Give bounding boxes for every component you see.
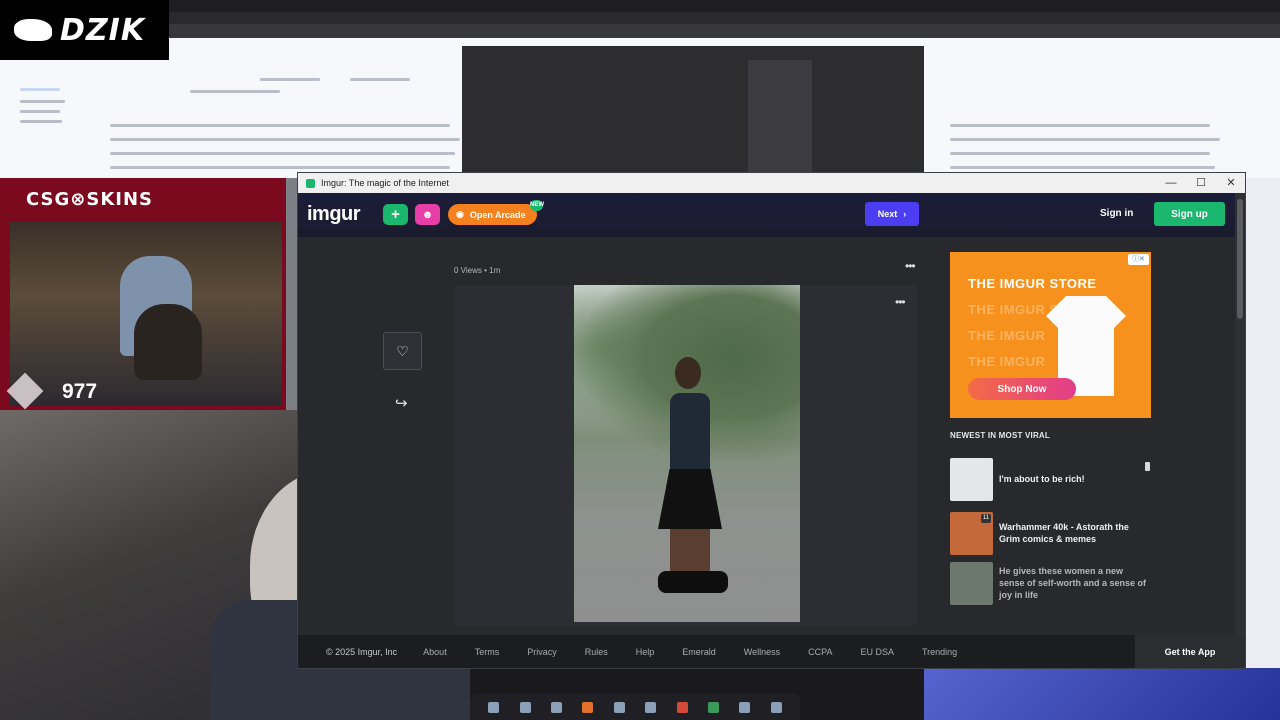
post-options-icon[interactable]: ••• <box>905 259 916 273</box>
image-person-skirt <box>658 469 722 529</box>
viewer-counter: 977 <box>62 380 98 403</box>
viral-item-title: Warhammer 40k - Astorath the Grim comics… <box>999 522 1129 544</box>
imgur-logo[interactable]: imgur <box>307 203 361 226</box>
image-person-top <box>670 393 710 473</box>
footer-link-wellness[interactable]: Wellness <box>744 647 780 657</box>
shop-now-button[interactable]: Shop Now <box>968 378 1076 400</box>
ad-title: THE IMGUR STORE <box>968 276 1097 291</box>
window-titlebar[interactable]: Imgur: The magic of the Internet — ☐ ✕ <box>298 173 1245 193</box>
taskbar-app-icon[interactable] <box>488 701 500 713</box>
ad-ghost-text: THE IMGUR <box>968 328 1046 343</box>
open-arcade-button[interactable]: ◉ Open Arcade <box>448 204 537 225</box>
footer-link-rules[interactable]: Rules <box>585 647 608 657</box>
arcade-new-badge: NEW <box>530 200 544 211</box>
channel-logo-text: DZIK <box>60 12 146 48</box>
viral-list-item[interactable]: I'm about to be rich! <box>950 457 1150 501</box>
streamer <box>134 304 202 380</box>
footer-link-eu-dsa[interactable]: EU DSA <box>860 647 894 657</box>
ad-close-icon[interactable]: ⓘ✕ <box>1128 254 1149 265</box>
face-icon: ☻ <box>421 208 434 221</box>
post-image[interactable] <box>574 285 800 622</box>
heart-icon: ♡ <box>396 342 409 359</box>
minimize-button[interactable]: — <box>1156 173 1186 193</box>
image-count-badge: 11 <box>981 513 991 523</box>
new-post-button[interactable]: + <box>383 204 408 225</box>
chevron-right-icon: › <box>903 209 907 219</box>
next-post-button[interactable]: Next › <box>865 202 919 226</box>
footer-link-about[interactable]: About <box>423 647 447 657</box>
favorite-button[interactable]: ♡ <box>383 332 422 370</box>
viral-list-item[interactable]: He gives these women a new sense of self… <box>950 561 1150 605</box>
taskbar-app-icon[interactable] <box>582 701 594 713</box>
most-viral-heading: NEWEST IN MOST VIRAL <box>950 431 1050 440</box>
footer-link-terms[interactable]: Terms <box>475 647 500 657</box>
viral-item-title: I'm about to be rich! <box>999 474 1085 484</box>
background-image-viewer <box>462 46 924 176</box>
background-desktop-wallpaper <box>924 668 1280 720</box>
viral-list-item[interactable]: 11 Warhammer 40k - Astorath the Grim com… <box>950 511 1150 555</box>
get-the-app-button[interactable]: Get the App <box>1135 635 1245 668</box>
imgur-favicon-icon <box>306 178 315 188</box>
footer-link-help[interactable]: Help <box>636 647 655 657</box>
imgur-footer: © 2025 Imgur, Inc About Terms Privacy Ru… <box>298 635 1245 668</box>
scrollbar-thumb[interactable] <box>1237 199 1243 319</box>
taskbar-app-icon[interactable] <box>519 701 531 713</box>
gamepad-icon: ◉ <box>456 209 464 219</box>
taskbar-app-icon[interactable] <box>707 701 719 713</box>
image-person-head <box>675 357 701 389</box>
channel-logo: DZIK <box>0 0 169 60</box>
taskbar-app-icon[interactable] <box>613 701 625 713</box>
open-arcade-label: Open Arcade <box>469 209 526 220</box>
ad-ghost-text: THE IMGUR <box>968 354 1046 369</box>
footer-copyright: © 2025 Imgur, Inc <box>326 647 398 657</box>
window-title: Imgur: The magic of the Internet <box>321 178 449 188</box>
viral-thumbnail: 11 <box>950 511 993 555</box>
footer-link-emerald[interactable]: Emerald <box>682 647 716 657</box>
footer-links: © 2025 Imgur, Inc About Terms Privacy Ru… <box>298 647 985 657</box>
os-taskbar <box>470 694 800 720</box>
background-address-bar <box>169 24 1280 38</box>
imgur-browser-window: Imgur: The magic of the Internet — ☐ ✕ i… <box>297 172 1246 669</box>
background-browser-tabs <box>169 12 1280 24</box>
background-os-topbar <box>0 0 1280 12</box>
meme-generator-button[interactable]: ☻ <box>415 204 440 225</box>
taskbar-app-icon[interactable] <box>770 701 782 713</box>
pin-icon <box>1145 462 1150 471</box>
share-icon[interactable]: ↪ <box>395 394 408 412</box>
sign-in-link[interactable]: Sign in <box>1100 208 1133 219</box>
background-viewer-properties <box>748 60 812 174</box>
sign-up-button[interactable]: Sign up <box>1154 202 1225 226</box>
image-options-icon[interactable]: ••• <box>895 295 906 309</box>
sponsor-banner: CSG⊗SKINS <box>26 188 154 210</box>
footer-link-ccpa[interactable]: CCPA <box>808 647 832 657</box>
bull-icon <box>14 19 52 41</box>
taskbar-app-icon[interactable] <box>645 701 657 713</box>
taskbar-app-icon[interactable] <box>739 701 751 713</box>
footer-link-trending[interactable]: Trending <box>922 647 957 657</box>
taskbar-app-icon[interactable] <box>550 701 562 713</box>
image-person-legs <box>670 529 710 577</box>
post-meta: 0 Views • 1m <box>454 266 501 275</box>
imgur-store-ad[interactable]: THE IMGUR STORE THE IMGUR STORE THE IMGU… <box>950 252 1151 418</box>
viral-item-title: He gives these women a new sense of self… <box>999 566 1147 600</box>
viral-thumbnail <box>950 561 993 605</box>
viral-thumbnail <box>950 457 993 501</box>
image-person-boots <box>658 571 728 593</box>
close-button[interactable]: ✕ <box>1216 173 1245 193</box>
background-gmail-edge <box>1246 178 1280 670</box>
plus-icon: + <box>391 206 400 223</box>
taskbar-app-icon[interactable] <box>676 701 688 713</box>
maximize-button[interactable]: ☐ <box>1186 173 1216 193</box>
footer-link-privacy[interactable]: Privacy <box>527 647 557 657</box>
next-label: Next <box>877 209 898 219</box>
